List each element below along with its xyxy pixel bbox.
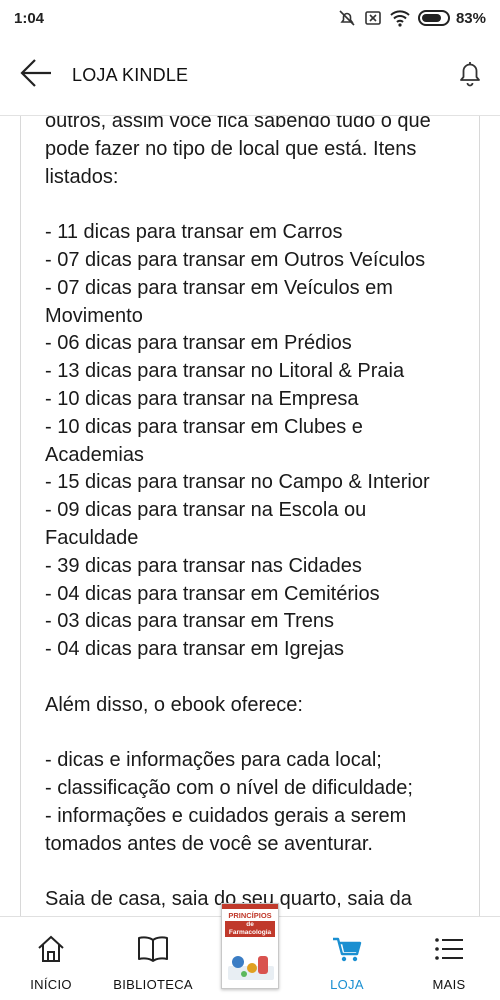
description-line: - 15 dicas para transar no Campo & Inter…: [45, 471, 430, 494]
description-line: - dicas e informações para cada local;: [45, 749, 382, 772]
status-bar: 1:04 83%: [0, 0, 500, 36]
description-panel[interactable]: outros, assim você fica sabendo tudo o q…: [20, 116, 480, 916]
description-line: pode fazer no tipo de local que está. It…: [45, 137, 417, 160]
description-line: - 04 dicas para transar em Cemitérios: [45, 582, 380, 605]
cart-icon: [331, 933, 363, 965]
page-title: LOJA KINDLE: [72, 65, 189, 85]
description-line: - 13 dicas para transar no Litoral & Pra…: [45, 360, 405, 383]
alarm-off-icon: [338, 9, 356, 27]
description-line: Faculdade: [45, 526, 139, 549]
nav-more-label: MAIS: [432, 977, 466, 992]
back-button[interactable]: [0, 36, 72, 116]
notifications-button[interactable]: [440, 36, 500, 116]
battery-icon: [417, 10, 450, 26]
description-line: outros, assim você fica sabendo tudo o q…: [45, 116, 431, 132]
nav-home[interactable]: INÍCIO: [0, 917, 102, 1000]
no-sim-icon: [364, 9, 382, 27]
arrow-back-icon: [19, 58, 53, 93]
book-icon: [137, 933, 169, 965]
book-cover-subtitle: de Farmacologia: [225, 921, 276, 937]
description-line: - informações e cuidados gerais a serem: [45, 804, 407, 827]
nav-library-label: BIBLIOTECA: [113, 977, 193, 992]
description-line: - 07 dicas para transar em Outros Veícul…: [45, 248, 426, 271]
description-line: Além disso, o ebook oferece:: [45, 693, 303, 716]
book-cover-image[interactable]: PRINCÍPIOS de Farmacologia: [221, 903, 280, 989]
status-icons: 83%: [338, 9, 486, 27]
menu-icon: [433, 933, 465, 965]
description-line: listados:: [45, 165, 119, 188]
description-line: - 03 dicas para transar em Trens: [45, 610, 335, 633]
bottom-navigation: INÍCIO BIBLIOTECA PRINCÍPIOS de Farmacol…: [0, 903, 500, 1000]
book-cover-title: PRINCÍPIOS: [228, 911, 272, 920]
book-cover-band: [222, 904, 279, 909]
description-line: tomados antes de você se aventurar.: [45, 832, 373, 855]
description-line: - 06 dicas para transar em Prédios: [45, 332, 352, 355]
book-cover-art: [226, 948, 275, 982]
description-line: - 11 dicas para transar em Carros: [45, 221, 343, 244]
description-line: - 04 dicas para transar em Igrejas: [45, 638, 345, 661]
nav-home-label: INÍCIO: [30, 977, 72, 992]
battery-percent: 83%: [455, 9, 486, 27]
nav-more[interactable]: MAIS: [398, 917, 500, 1000]
battery-fill: [421, 14, 442, 22]
description-line: - 07 dicas para transar em Veículos em: [45, 276, 393, 299]
status-time: 1:04: [14, 9, 45, 27]
app-header: LOJA KINDLE: [0, 36, 500, 116]
nav-store-label: LOJA: [330, 977, 364, 992]
description-line: - classificação com o nível de dificulda…: [45, 777, 413, 800]
description-line: - 10 dicas para transar em Clubes e: [45, 415, 363, 438]
nav-library[interactable]: BIBLIOTECA: [102, 917, 204, 1000]
description-line: Academias: [45, 443, 144, 466]
description-line: - 09 dicas para transar na Escola ou: [45, 499, 367, 522]
bell-icon: [457, 59, 483, 92]
nav-store[interactable]: LOJA: [296, 917, 398, 1000]
wifi-icon: [390, 9, 410, 27]
home-icon: [36, 933, 66, 965]
description-line: - 10 dicas para transar na Empresa: [45, 387, 359, 410]
description-text: outros, assim você fica sabendo tudo o q…: [45, 116, 470, 914]
description-line: Movimento: [45, 304, 143, 327]
current-book[interactable]: PRINCÍPIOS de Farmacologia: [204, 903, 296, 1000]
battery-indicator: 83%: [417, 9, 486, 27]
description-line: - 39 dicas para transar nas Cidades: [45, 554, 362, 577]
